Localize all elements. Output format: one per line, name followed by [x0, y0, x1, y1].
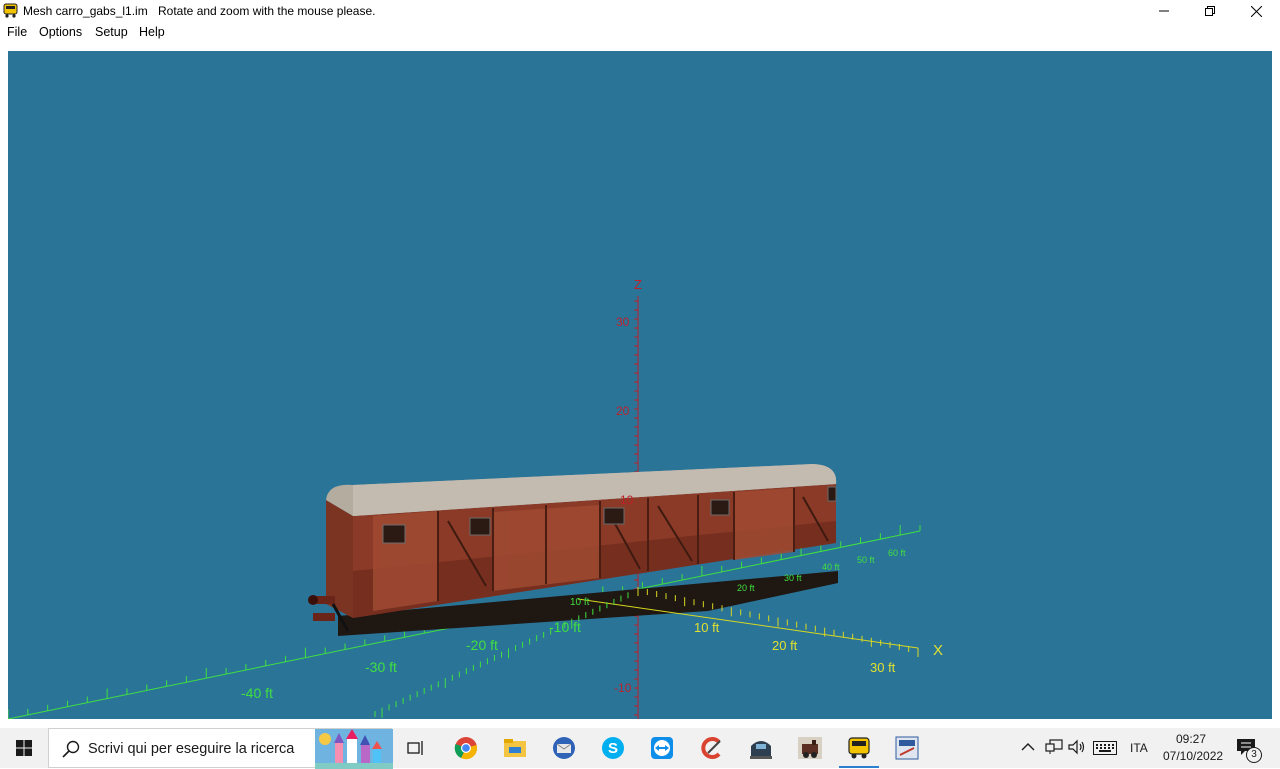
3d-viewport[interactable]: Z 30 20 10 -10 X 10 ft 20 ft 30 ft -10 ft -20 ft -3…: [8, 51, 1272, 719]
x-axis-label: X: [933, 642, 943, 659]
shape-tool-button[interactable]: [883, 728, 931, 768]
x-neg-tick-label: -30 ft: [365, 659, 397, 675]
y-tick-label: 40 ft: [822, 562, 840, 572]
teamviewer-icon: [651, 737, 673, 759]
minimize-icon: [1159, 10, 1169, 12]
x-tick-label: 30 ft: [870, 660, 896, 675]
x-tick-label: 10 ft: [694, 620, 720, 635]
skype-icon: S: [602, 737, 624, 759]
search-input[interactable]: Scrivi qui per eseguire la ricerca: [48, 728, 393, 769]
task-view-button[interactable]: [392, 728, 440, 768]
title-bar: Mesh carro_gabs_l1.im Rotate and zoom wi…: [0, 0, 1280, 22]
taskbar: Scrivi qui per eseguire la ricerca S ITA…: [0, 728, 1280, 769]
train-sim-icon: [750, 741, 772, 759]
notification-count-badge: 3: [1246, 747, 1262, 763]
close-button[interactable]: [1233, 0, 1279, 22]
network-icon[interactable]: [1045, 739, 1063, 755]
window-hint: Rotate and zoom with the mouse please.: [158, 4, 376, 18]
x-tick-label: 20 ft: [772, 638, 798, 653]
y-tick-label: 10 ft: [570, 597, 590, 608]
z-tick-label: -10: [614, 681, 632, 695]
chrome-button[interactable]: [442, 728, 490, 768]
thunderbird-icon: [553, 737, 575, 759]
clock-time[interactable]: 09:27: [1176, 732, 1206, 746]
scene-canvas: Z 30 20 10 -10 X 10 ft 20 ft 30 ft -10 ft -20 ft -3…: [8, 277, 943, 719]
keyboard-icon[interactable]: [1093, 741, 1117, 755]
mesh-viewer-app-icon: [848, 737, 870, 759]
windows-start-icon: [16, 740, 32, 756]
boxcar-3d-model: [308, 464, 838, 636]
window-title: Mesh carro_gabs_l1.im: [23, 4, 148, 18]
menu-file[interactable]: File: [7, 25, 27, 39]
chevron-up-icon[interactable]: [1021, 741, 1035, 753]
z-tick-label: 10: [620, 493, 634, 507]
x-axis-line: [577, 598, 919, 649]
app-icon: [3, 3, 18, 18]
y-tick-label: 30 ft: [784, 573, 802, 583]
menu-setup[interactable]: Setup: [95, 25, 128, 39]
x-neg-tick-label: -10 ft: [549, 619, 581, 635]
z-axis-label: Z: [634, 277, 642, 292]
ccleaner-icon: [701, 737, 721, 759]
svg-text:S: S: [608, 740, 618, 757]
skype-button[interactable]: S: [589, 728, 637, 768]
train-sim-button[interactable]: [737, 728, 785, 768]
z-tick-label: 20: [616, 404, 630, 418]
menu-options[interactable]: Options: [39, 25, 82, 39]
task-view-icon: [407, 741, 423, 755]
start-button[interactable]: [0, 728, 48, 768]
close-icon: [1250, 5, 1262, 17]
file-explorer-button[interactable]: [491, 728, 539, 768]
restore-button[interactable]: [1187, 0, 1233, 22]
volume-icon[interactable]: [1068, 739, 1086, 755]
language-indicator[interactable]: ITA: [1130, 741, 1148, 755]
restore-icon: [1205, 6, 1215, 16]
y-tick-label: 20 ft: [737, 583, 755, 593]
x-neg-tick-label: -20 ft: [466, 637, 498, 653]
search-placeholder: Scrivi qui per eseguire la ricerca: [88, 741, 295, 757]
x-neg-tick-label: -40 ft: [241, 685, 273, 701]
shape-tool-icon: [895, 736, 919, 760]
mesh-viewer-app-button[interactable]: [835, 728, 883, 768]
locomotive-app-button[interactable]: [786, 728, 834, 768]
z-tick-label: 30: [616, 315, 630, 329]
search-icon: [62, 740, 80, 758]
notification-center-button[interactable]: 3: [1236, 738, 1262, 763]
menu-help[interactable]: Help: [139, 25, 165, 39]
file-explorer-icon: [504, 739, 526, 757]
minimize-button[interactable]: [1141, 0, 1187, 22]
y-tick-label: 60 ft: [888, 548, 906, 558]
thunderbird-button[interactable]: [540, 728, 588, 768]
teamviewer-button[interactable]: [638, 728, 686, 768]
chrome-icon: [454, 737, 477, 760]
ccleaner-button[interactable]: [688, 728, 736, 768]
menu-bar: File Options Setup Help: [0, 22, 1280, 43]
search-highlight-castle-icon: [315, 729, 393, 769]
clock-date[interactable]: 07/10/2022: [1163, 749, 1223, 763]
y-tick-label: 50 ft: [857, 555, 875, 565]
locomotive-app-icon: [798, 737, 822, 759]
